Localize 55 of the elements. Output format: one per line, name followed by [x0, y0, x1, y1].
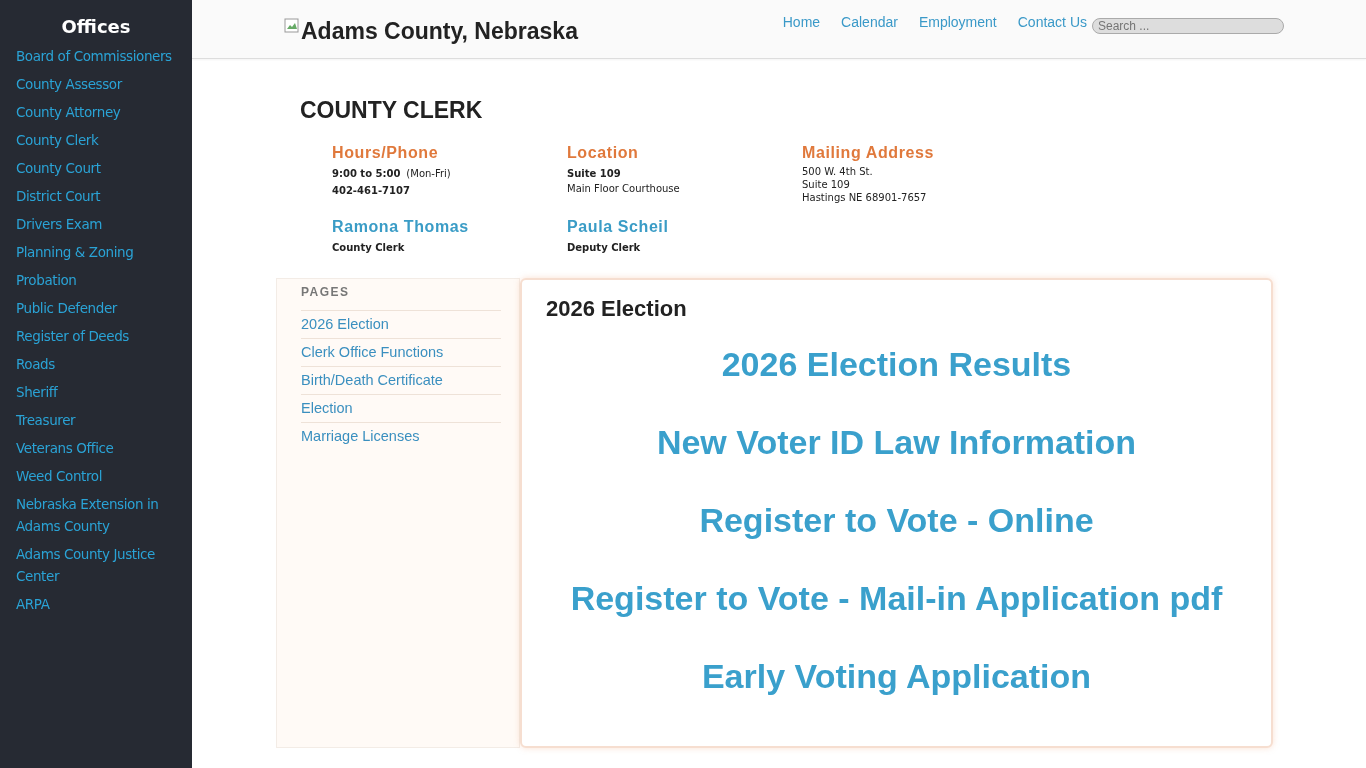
content-link[interactable]: Register to Vote - Mail-in Application pdf	[570, 578, 1223, 618]
page-title: COUNTY CLERK	[300, 97, 484, 124]
staff-name: Paula Scheil	[567, 218, 670, 236]
office-link[interactable]: County Clerk	[16, 129, 192, 151]
page-link[interactable]: 2026 Election	[301, 311, 501, 339]
info-heading: Location	[567, 144, 640, 162]
info-heading: Hours/Phone	[332, 144, 440, 162]
office-link[interactable]: Nebraska Extension in Adams County	[16, 493, 192, 537]
page-link[interactable]: Clerk Office Functions	[301, 339, 501, 367]
office-link[interactable]: County Assessor	[16, 73, 192, 95]
info-text: 500 W. 4th St.	[802, 166, 873, 177]
broken-image-icon	[284, 17, 300, 34]
content-link[interactable]: Register to Vote - Online	[699, 500, 1094, 540]
info-text: Main Floor Courthouse	[567, 183, 680, 194]
sidebar-title: Offices	[60, 16, 132, 37]
office-link[interactable]: District Court	[16, 185, 192, 207]
nav-link[interactable]: Employment	[918, 14, 997, 30]
info-text: 402-461-7107	[332, 185, 410, 196]
office-link[interactable]: Veterans Office	[16, 437, 192, 459]
content-link[interactable]: Early Voting Application	[701, 656, 1092, 696]
info-heading: Mailing Address	[802, 144, 935, 162]
office-link[interactable]: Register of Deeds	[16, 325, 192, 347]
office-link[interactable]: Drivers Exam	[16, 213, 192, 235]
site-title[interactable]: Adams County, Nebraska	[301, 17, 578, 45]
office-link[interactable]: Public Defender	[16, 297, 192, 319]
pages-heading: PAGES	[301, 285, 501, 311]
office-link[interactable]: Roads	[16, 353, 192, 375]
info-text: 9:00 to 5:00	[332, 168, 401, 179]
info-text: Suite 109	[567, 168, 621, 179]
search-field[interactable]: Search ...	[1092, 18, 1284, 34]
content-link[interactable]: 2026 Election Results	[721, 344, 1072, 384]
nav-link[interactable]: Contact Us	[1017, 14, 1087, 30]
office-link[interactable]: Adams County Justice Center	[16, 543, 192, 587]
content-title: 2026 Election	[546, 296, 687, 322]
info-text: Suite 109	[802, 179, 850, 190]
staff-role: Deputy Clerk	[567, 242, 641, 253]
page-link[interactable]: Birth/Death Certificate	[301, 367, 501, 395]
office-link[interactable]: Planning & Zoning	[16, 241, 192, 263]
office-link[interactable]: Sheriff	[16, 381, 192, 403]
staff-name: Ramona Thomas	[332, 218, 470, 236]
office-link[interactable]: Probation	[16, 269, 192, 291]
office-link[interactable]: County Attorney	[16, 101, 192, 123]
page-link[interactable]: Election	[301, 395, 501, 423]
nav-link[interactable]: Home	[782, 14, 821, 30]
page-link[interactable]: Marriage Licenses	[301, 423, 501, 450]
office-link[interactable]: Treasurer	[16, 409, 192, 431]
staff-role: County Clerk	[332, 242, 405, 253]
office-link[interactable]: ARPA	[16, 593, 192, 615]
office-link[interactable]: Board of Commissioners	[16, 45, 192, 67]
office-link[interactable]: County Court	[16, 157, 192, 179]
content-link[interactable]: New Voter ID Law Information	[656, 422, 1137, 462]
office-link[interactable]: Weed Control	[16, 465, 192, 487]
nav-link[interactable]: Calendar	[841, 14, 898, 30]
info-text: Hastings NE 68901-7657	[802, 192, 927, 203]
info-note: (Mon-Fri)	[406, 168, 451, 179]
